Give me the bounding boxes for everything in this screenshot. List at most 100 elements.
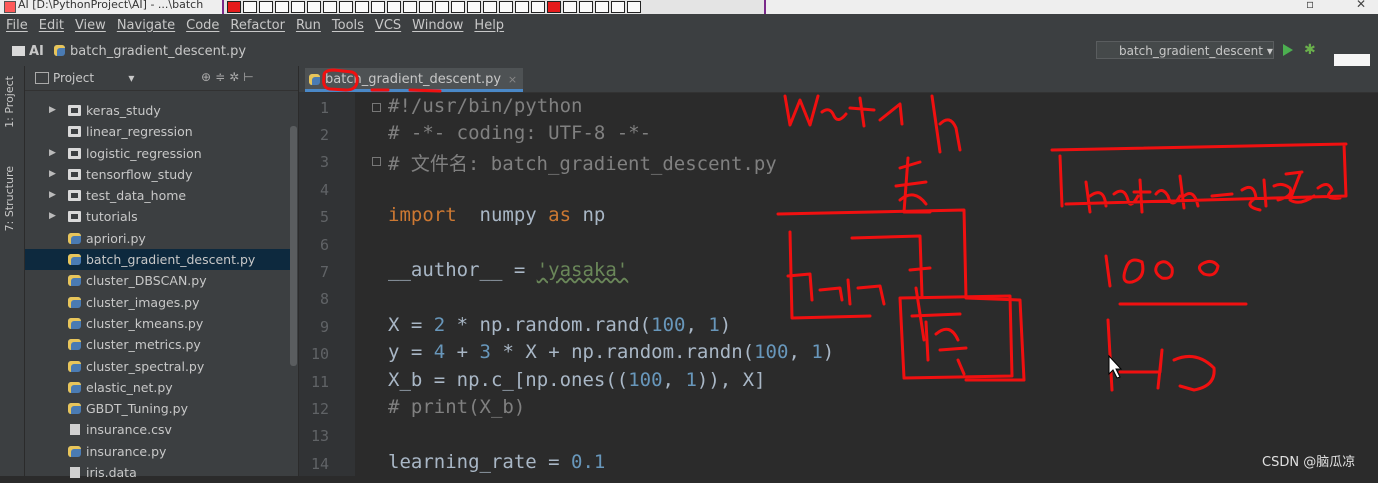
menu-file[interactable]: File <box>6 18 28 33</box>
run-icon[interactable] <box>1283 44 1293 56</box>
menu-code[interactable]: Code <box>186 18 219 33</box>
maximize-icon[interactable]: ▫ <box>1306 0 1314 11</box>
tab-structure[interactable]: 7: Structure <box>3 166 16 231</box>
hide-icon[interactable]: ⊢ <box>243 70 257 84</box>
code-token: # 文件名: batch_gradient_descent.py <box>388 153 777 175</box>
annotation-tool-icon[interactable] <box>307 1 321 13</box>
annotation-tool-icon[interactable] <box>323 1 337 13</box>
code-line[interactable]: # -*- coding: UTF-8 -*- <box>388 122 651 144</box>
annotation-tool-icon[interactable] <box>467 1 481 13</box>
tree-item[interactable]: insurance.py <box>25 441 293 462</box>
code-line[interactable]: __author__ = 'yasaka' <box>388 259 628 281</box>
annotation-tool-icon[interactable] <box>611 1 625 13</box>
annotation-tool-icon[interactable] <box>387 1 401 13</box>
annotation-tool-icon[interactable] <box>435 1 449 13</box>
menu-view[interactable]: View <box>75 18 106 33</box>
code-line[interactable]: # print(X_b) <box>388 396 525 418</box>
tree-item[interactable]: ▶ logistic_regression <box>25 143 293 164</box>
annotation-tool-icon[interactable] <box>403 1 417 13</box>
menu-tools[interactable]: Tools <box>332 18 364 33</box>
expand-arrow-icon[interactable]: ▶ <box>49 164 56 185</box>
annotation-tool-icon[interactable] <box>499 1 513 13</box>
annotation-tool-icon[interactable] <box>531 1 545 13</box>
annotation-tool-icon[interactable] <box>371 1 385 13</box>
tree-item[interactable]: apriori.py <box>25 228 293 249</box>
code-line[interactable]: X_b = np.c_[np.ones((100, 1)), X] <box>388 369 766 391</box>
menu-refactor[interactable]: Refactor <box>230 18 285 33</box>
fold-marker-icon[interactable] <box>372 103 381 112</box>
debug-icon[interactable]: ✱ <box>1304 42 1316 58</box>
run-configuration-select[interactable]: batch_gradient_descent ▾ <box>1096 41 1274 59</box>
code-token: + <box>445 341 480 363</box>
tree-item[interactable]: cluster_DBSCAN.py <box>25 270 293 291</box>
tree-item[interactable]: cluster_metrics.py <box>25 334 293 355</box>
annotation-tool-icon[interactable] <box>595 1 609 13</box>
annotation-tool-icon[interactable] <box>243 1 257 13</box>
fold-marker-icon[interactable] <box>372 157 381 166</box>
expand-arrow-icon[interactable]: ▶ <box>49 206 56 227</box>
annotation-tool-icon[interactable] <box>227 1 241 13</box>
collapse-icon[interactable]: ≑ <box>215 70 229 84</box>
tree-item[interactable]: ▶ tensorflow_study <box>25 164 293 185</box>
tab-project[interactable]: 1: Project <box>3 76 16 128</box>
expand-arrow-icon[interactable]: ▶ <box>49 100 56 121</box>
menu-navigate[interactable]: Navigate <box>117 18 175 33</box>
code-token: np <box>571 204 606 226</box>
menu-run[interactable]: Run <box>296 18 321 33</box>
settings-icon[interactable]: ✲ <box>229 70 243 84</box>
breadcrumb-project[interactable]: AI <box>12 44 44 59</box>
annotation-tool-icon[interactable] <box>451 1 465 13</box>
tree-item[interactable]: cluster_spectral.py <box>25 356 293 377</box>
csv-file-icon <box>70 424 80 436</box>
menu-window[interactable]: Window <box>412 18 463 33</box>
locate-icon[interactable]: ⊕ <box>201 70 215 84</box>
python-file-icon <box>309 74 320 85</box>
code-line[interactable]: import numpy as np <box>388 204 605 226</box>
pen-color-swatch[interactable] <box>547 1 561 13</box>
tree-item[interactable]: iris.data <box>25 462 293 483</box>
tree-item[interactable]: insurance.csv <box>25 419 293 440</box>
close-icon[interactable]: ✕ <box>1356 0 1366 11</box>
editor-tab-batch-gradient-descent[interactable]: batch_gradient_descent.py × <box>305 68 524 92</box>
menu-vcs[interactable]: VCS <box>375 18 401 33</box>
tree-item[interactable]: elastic_net.py <box>25 377 293 398</box>
line-number: 5 <box>319 208 329 226</box>
code-line[interactable]: X = 2 * np.random.rand(100, 1) <box>388 314 731 336</box>
annotation-tool-icon[interactable] <box>291 1 305 13</box>
close-tab-icon[interactable]: × <box>508 68 517 92</box>
code-line[interactable]: learning_rate = 0.1 <box>388 451 605 473</box>
tree-item-selected[interactable]: batch_gradient_descent.py <box>25 249 293 271</box>
annotation-tool-icon[interactable] <box>483 1 497 13</box>
annotation-tool-icon[interactable] <box>563 1 577 13</box>
project-scrollbar[interactable] <box>290 126 297 366</box>
code-line[interactable]: y = 4 + 3 * X + np.random.randn(100, 1) <box>388 341 834 363</box>
tree-item[interactable]: ▶ test_data_home <box>25 185 293 206</box>
annotation-tool-icon[interactable] <box>515 1 529 13</box>
menu-edit[interactable]: Edit <box>39 18 64 33</box>
project-view-selector[interactable]: Project ▾ <box>53 71 134 85</box>
annotation-tool-icon[interactable] <box>275 1 289 13</box>
annotation-tool-icon[interactable] <box>339 1 353 13</box>
tree-item[interactable]: cluster_images.py <box>25 292 293 313</box>
tree-item[interactable]: ▶ keras_study <box>25 100 293 121</box>
code-token: X = <box>388 314 434 336</box>
python-file-icon <box>68 445 81 457</box>
annotation-tool-icon[interactable] <box>419 1 433 13</box>
code-token: # -*- coding: UTF-8 -*- <box>388 122 652 144</box>
tree-item[interactable]: GBDT_Tuning.py <box>25 398 293 419</box>
code-token: y = <box>388 341 434 363</box>
menu-help[interactable]: Help <box>474 18 504 33</box>
tree-item[interactable]: cluster_kmeans.py <box>25 313 293 334</box>
annotation-tool-icon[interactable] <box>579 1 593 13</box>
expand-arrow-icon[interactable]: ▶ <box>49 143 56 164</box>
tree-item[interactable]: ▶ tutorials <box>25 206 293 227</box>
breadcrumb-file[interactable]: batch_gradient_descent.py <box>54 44 246 59</box>
code-line[interactable]: # 文件名: batch_gradient_descent.py <box>388 149 777 176</box>
annotation-tool-icon[interactable] <box>355 1 369 13</box>
annotation-tool-icon[interactable] <box>627 1 641 13</box>
line-number: 4 <box>319 181 329 199</box>
code-line[interactable]: #!/usr/bin/python <box>388 95 582 117</box>
tree-item[interactable]: linear_regression <box>25 121 293 142</box>
expand-arrow-icon[interactable]: ▶ <box>49 185 56 206</box>
annotation-tool-icon[interactable] <box>259 1 273 13</box>
